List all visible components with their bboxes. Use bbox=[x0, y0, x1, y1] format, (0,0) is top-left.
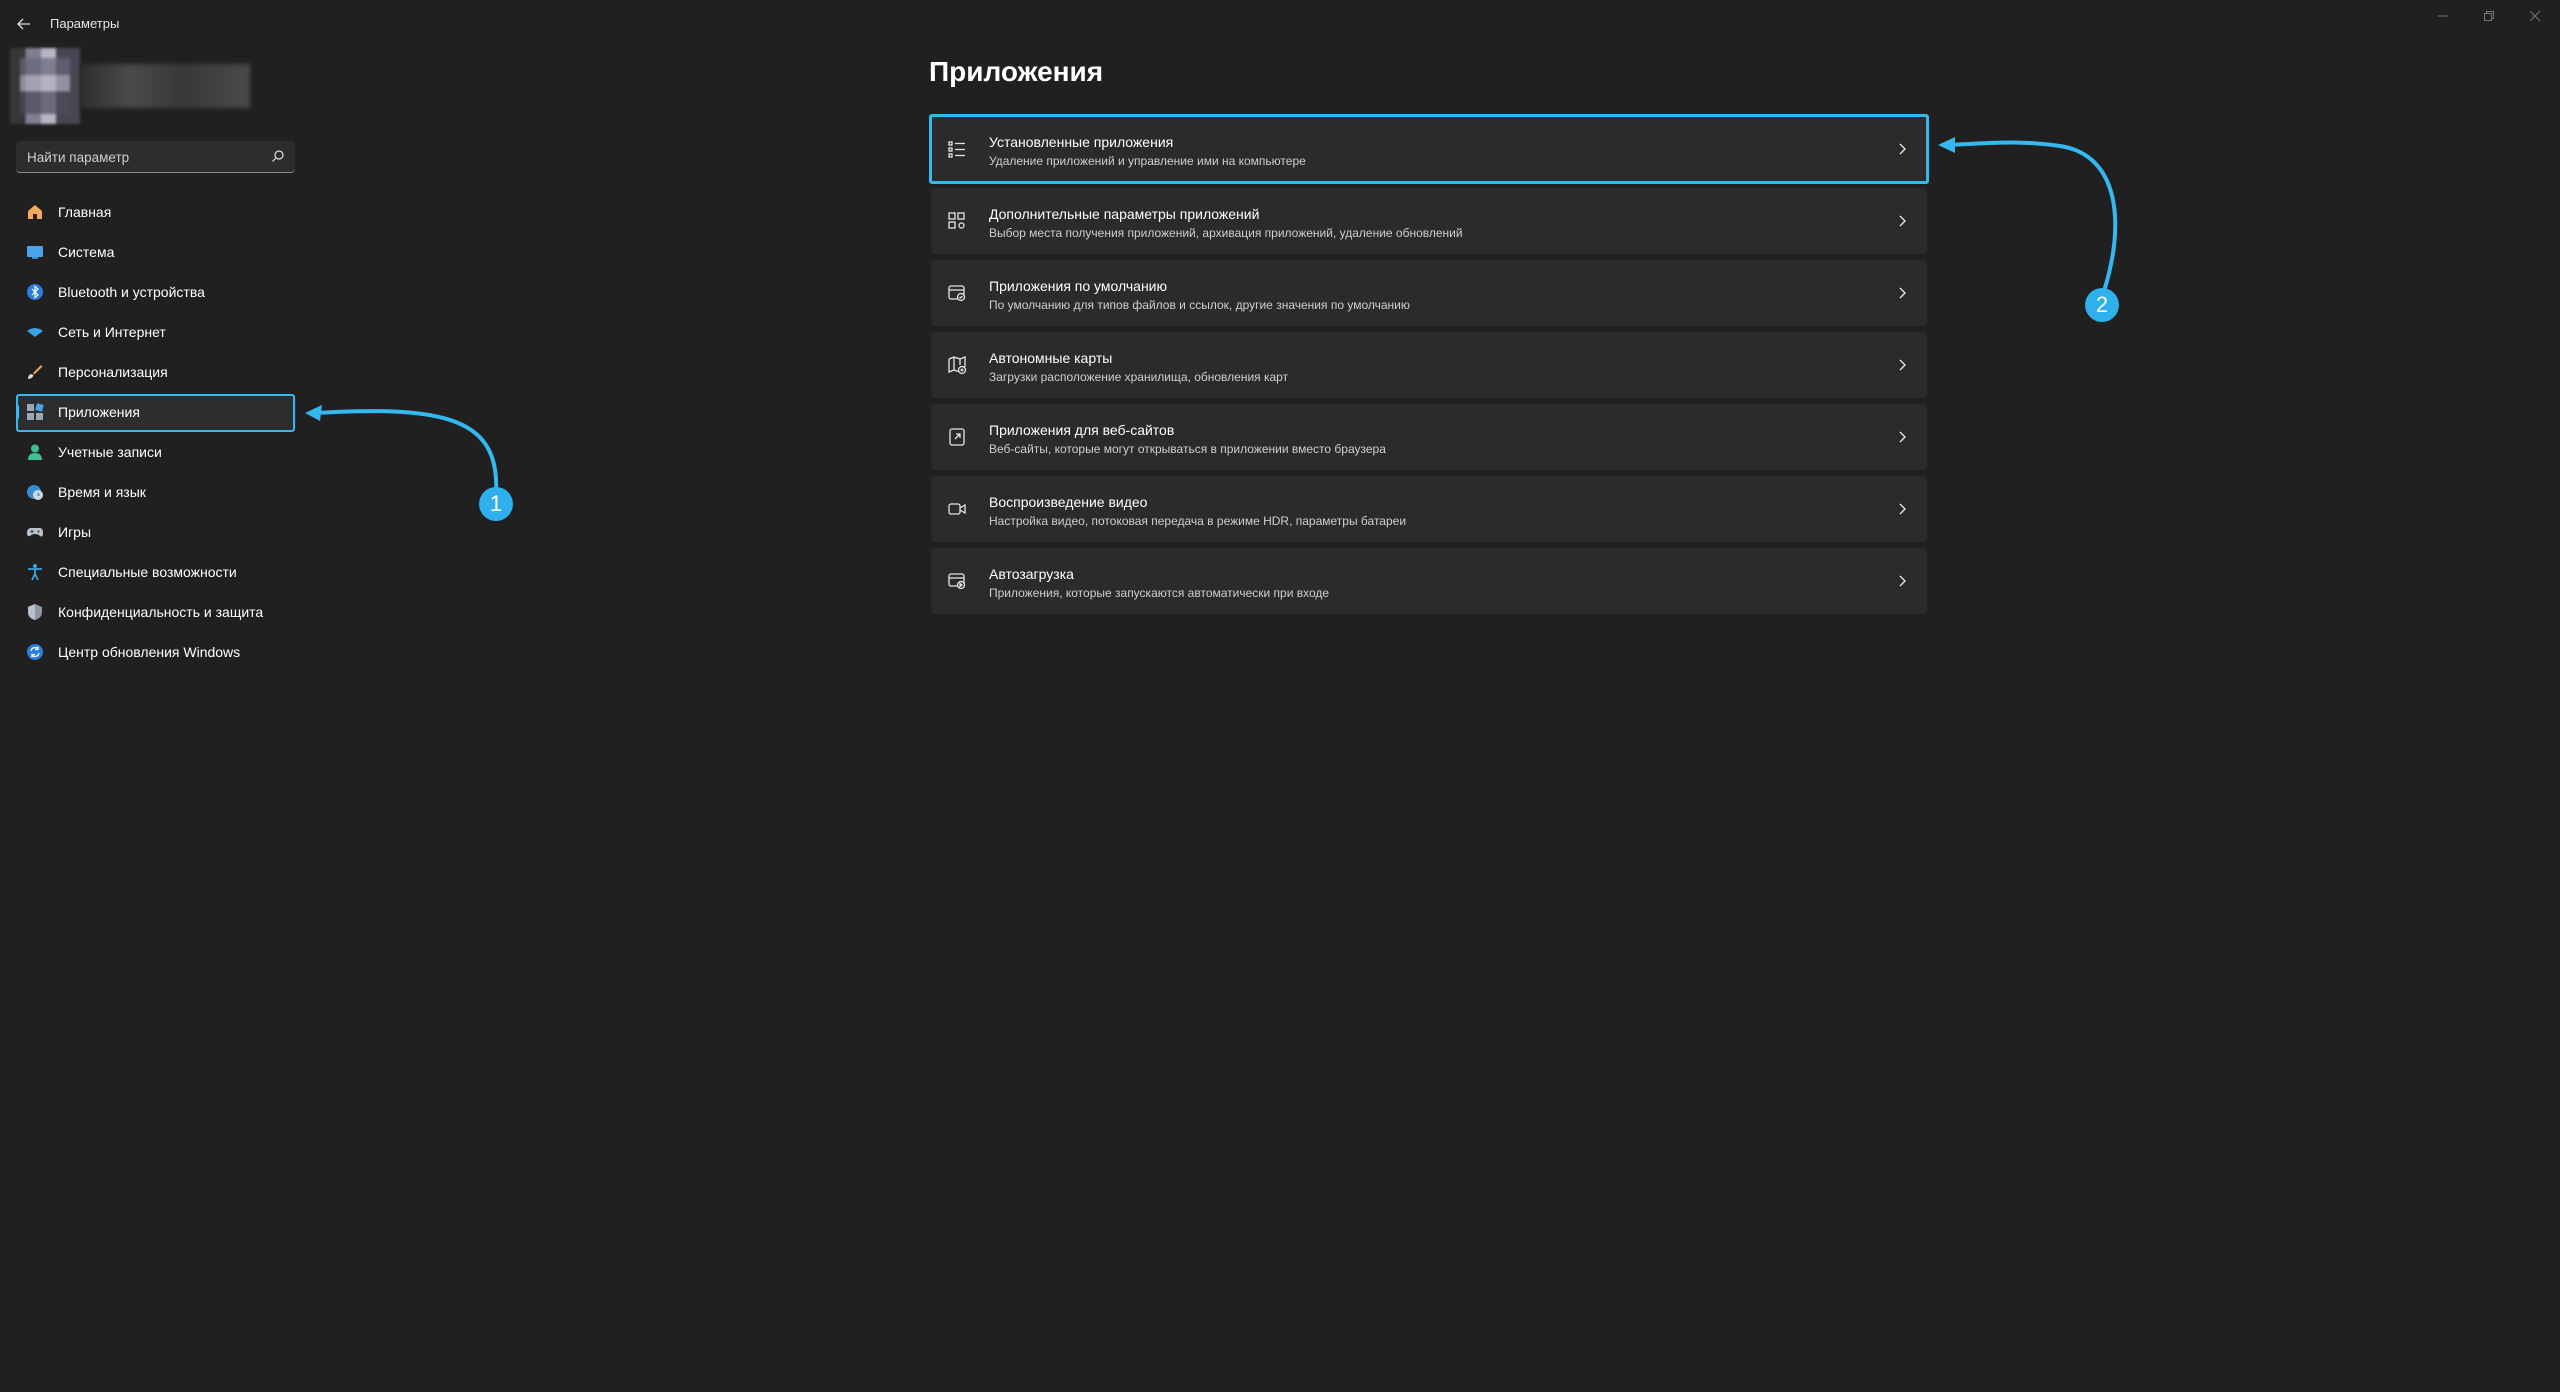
card-subtitle: Выбор места получения приложений, архива… bbox=[989, 226, 1463, 240]
default-apps-icon bbox=[948, 285, 966, 302]
sidebar-item-windows-update[interactable]: Центр обновления Windows bbox=[16, 634, 296, 670]
card-subtitle: Настройка видео, потоковая передача в ре… bbox=[989, 514, 1407, 528]
annotation-badge-1: 1 bbox=[479, 487, 513, 521]
annotation-arrow-1 bbox=[314, 409, 499, 495]
card-title: Приложения по умолчанию bbox=[989, 278, 1167, 294]
sidebar-item-label: Время и язык bbox=[58, 484, 146, 500]
startup-icon bbox=[948, 573, 966, 590]
sidebar-item-label: Персонализация bbox=[58, 364, 168, 380]
sidebar-item-network[interactable]: Сеть и Интернет bbox=[16, 314, 296, 350]
close-button[interactable] bbox=[2520, 6, 2550, 26]
card-subtitle: Веб-сайты, которые могут открываться в п… bbox=[989, 442, 1386, 456]
sidebar-item-system[interactable]: Система bbox=[16, 234, 296, 270]
card-title: Автозагрузка bbox=[989, 566, 1074, 582]
annotation-badge-2: 2 bbox=[2085, 288, 2119, 322]
chevron-right-icon bbox=[1899, 143, 1906, 155]
card-advanced-app-settings[interactable]: Дополнительные параметры приложений Выбо… bbox=[931, 188, 1927, 254]
search-icon[interactable] bbox=[271, 149, 285, 163]
sidebar-item-privacy[interactable]: Конфиденциальность и защита bbox=[16, 594, 296, 630]
card-subtitle: По умолчанию для типов файлов и ссылок, … bbox=[989, 298, 1410, 312]
shield-icon bbox=[26, 603, 44, 621]
annotation-arrow-2 bbox=[1947, 140, 2118, 292]
sidebar-item-label: Система bbox=[58, 244, 115, 260]
restore-icon bbox=[2484, 11, 2494, 21]
avatar bbox=[10, 48, 80, 124]
minimize-icon bbox=[2438, 15, 2448, 17]
user-name-blurred bbox=[80, 64, 250, 108]
installed-apps-icon bbox=[948, 141, 965, 158]
web-apps-icon bbox=[949, 428, 965, 446]
chevron-right-icon bbox=[1899, 359, 1906, 371]
card-offline-maps[interactable]: Автономные карты Загрузки расположение х… bbox=[931, 332, 1927, 398]
settings-cards: Установленные приложения Удаление прилож… bbox=[931, 116, 1927, 620]
sidebar-item-label: Центр обновления Windows bbox=[58, 644, 241, 660]
brush-icon bbox=[26, 363, 44, 381]
card-title: Установленные приложения bbox=[989, 134, 1174, 150]
sidebar-item-label: Учетные записи bbox=[58, 444, 162, 460]
sidebar-item-apps[interactable]: Приложения bbox=[16, 394, 296, 430]
card-installed-apps[interactable]: Установленные приложения Удаление прилож… bbox=[931, 116, 1927, 182]
accessibility-icon bbox=[26, 563, 44, 581]
card-startup[interactable]: Автозагрузка Приложения, которые запуска… bbox=[931, 548, 1927, 614]
card-apps-for-websites[interactable]: Приложения для веб-сайтов Веб-сайты, кот… bbox=[931, 404, 1927, 470]
card-default-apps[interactable]: Приложения по умолчанию По умолчанию для… bbox=[931, 260, 1927, 326]
card-title: Воспроизведение видео bbox=[989, 494, 1148, 510]
close-icon bbox=[2530, 11, 2540, 21]
sidebar-item-personalization[interactable]: Персонализация bbox=[16, 354, 296, 390]
advanced-apps-icon bbox=[948, 212, 965, 229]
annotation-arrowhead-1 bbox=[305, 405, 322, 421]
sidebar-item-label: Bluetooth и устройства bbox=[58, 284, 205, 300]
chevron-right-icon bbox=[1899, 215, 1906, 227]
bluetooth-icon bbox=[26, 283, 44, 301]
app-title: Параметры bbox=[50, 16, 120, 31]
card-video-playback[interactable]: Воспроизведение видео Настройка видео, п… bbox=[931, 476, 1927, 542]
search-box[interactable] bbox=[16, 141, 295, 173]
chevron-right-icon bbox=[1899, 287, 1906, 299]
chevron-right-icon bbox=[1899, 431, 1906, 443]
apps-icon bbox=[26, 403, 44, 421]
wifi-icon bbox=[26, 323, 44, 341]
sidebar-item-gaming[interactable]: Игры bbox=[16, 514, 296, 550]
page-title: Приложения bbox=[929, 56, 1104, 87]
back-arrow-icon bbox=[17, 18, 30, 30]
video-icon bbox=[948, 503, 966, 515]
account-icon bbox=[26, 443, 44, 461]
update-icon bbox=[26, 643, 44, 661]
card-title: Дополнительные параметры приложений bbox=[989, 206, 1260, 222]
sidebar-item-label: Приложения bbox=[58, 404, 140, 420]
sidebar-item-accessibility[interactable]: Специальные возможности bbox=[16, 554, 296, 590]
card-subtitle: Приложения, которые запускаются автомати… bbox=[989, 586, 1330, 600]
sidebar-item-label: Конфиденциальность и защита bbox=[58, 604, 264, 620]
restore-button[interactable] bbox=[2474, 6, 2504, 26]
chevron-right-icon bbox=[1899, 575, 1906, 587]
user-profile[interactable] bbox=[10, 48, 250, 128]
system-icon bbox=[26, 243, 44, 261]
sidebar-item-home[interactable]: Главная bbox=[16, 194, 296, 230]
card-title: Приложения для веб-сайтов bbox=[989, 422, 1175, 438]
offline-maps-icon bbox=[948, 356, 967, 375]
gamepad-icon bbox=[26, 523, 44, 541]
annotation-arrowhead-2 bbox=[1938, 137, 1955, 153]
sidebar-item-label: Сеть и Интернет bbox=[58, 324, 166, 340]
card-title: Автономные карты bbox=[989, 350, 1113, 366]
home-icon bbox=[26, 203, 44, 221]
sidebar-item-label: Игры bbox=[58, 524, 92, 540]
chevron-right-icon bbox=[1899, 503, 1906, 515]
title-bar: Параметры bbox=[0, 0, 2560, 48]
sidebar-item-time-language[interactable]: Время и язык bbox=[16, 474, 296, 510]
card-subtitle: Удаление приложений и управление ими на … bbox=[989, 154, 1306, 168]
sidebar-nav: Главная Система Bluetooth и устройства С… bbox=[16, 194, 296, 674]
minimize-button[interactable] bbox=[2428, 6, 2458, 26]
search-input[interactable] bbox=[16, 141, 269, 173]
back-button[interactable] bbox=[14, 14, 34, 34]
sidebar-item-accounts[interactable]: Учетные записи bbox=[16, 434, 296, 470]
card-subtitle: Загрузки расположение хранилища, обновле… bbox=[989, 370, 1289, 384]
sidebar-item-bluetooth[interactable]: Bluetooth и устройства bbox=[16, 274, 296, 310]
sidebar-item-label: Главная bbox=[58, 204, 112, 220]
sidebar-item-label: Специальные возможности bbox=[58, 564, 237, 580]
time-language-icon bbox=[26, 483, 44, 501]
